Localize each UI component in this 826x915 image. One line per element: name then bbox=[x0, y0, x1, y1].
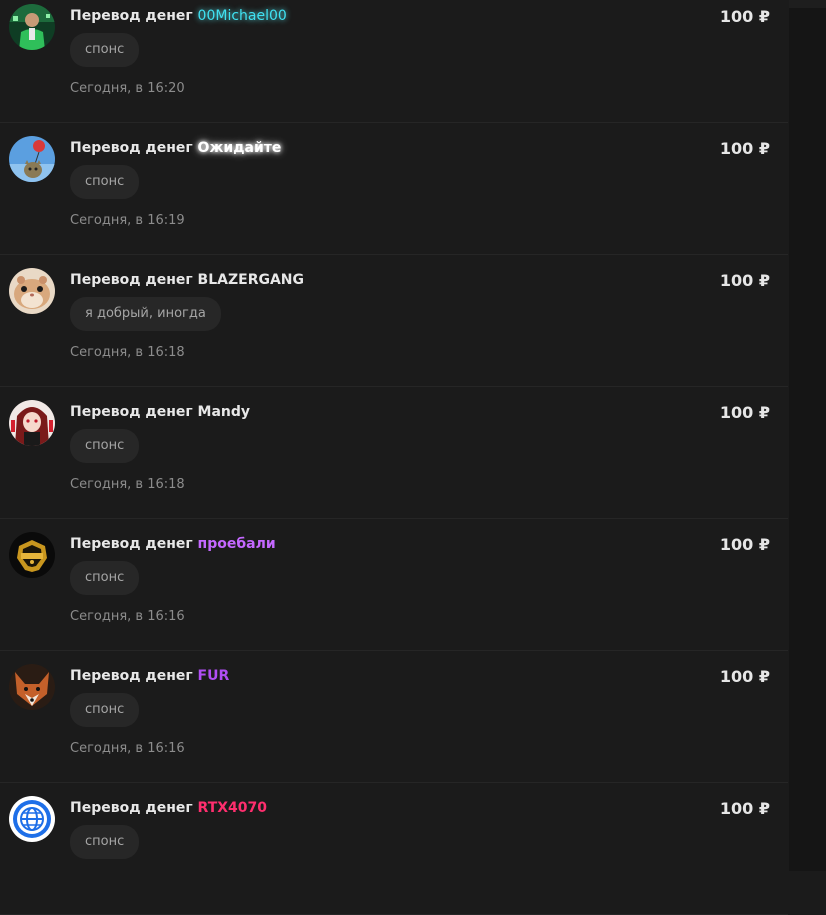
transfer-amount: 100 ₽ bbox=[719, 535, 770, 554]
hamster-avatar-icon[interactable] bbox=[9, 268, 55, 314]
transfer-label: Перевод денег bbox=[70, 800, 193, 816]
transfer-amount: 100 ₽ bbox=[719, 667, 770, 686]
transfer-row[interactable]: Перевод денег FUR 100 ₽ спонс Сегодня, в… bbox=[0, 651, 788, 783]
transfer-message: спонс bbox=[70, 693, 140, 727]
sender-name[interactable]: BLAZERGANG bbox=[198, 272, 304, 288]
transfer-title: Перевод денег FUR bbox=[70, 667, 229, 685]
transfer-row[interactable]: Перевод денег RTX4070 100 ₽ спонс bbox=[0, 783, 788, 915]
transfer-title: Перевод денег Mandy bbox=[70, 403, 250, 421]
right-panel-cap bbox=[789, 0, 826, 8]
transfer-message: я добрый, иногда bbox=[70, 297, 221, 331]
transfer-title: Перевод денег RTX4070 bbox=[70, 799, 267, 817]
sender-name[interactable]: FUR bbox=[198, 668, 230, 684]
transfer-time: Сегодня, в 16:18 bbox=[70, 477, 185, 492]
transfer-label: Перевод денег bbox=[70, 668, 193, 684]
transfer-time: Сегодня, в 16:16 bbox=[70, 741, 185, 756]
transfer-time: Сегодня, в 16:19 bbox=[70, 213, 185, 228]
sender-name[interactable]: проебали bbox=[198, 536, 276, 552]
transfer-label: Перевод денег bbox=[70, 8, 193, 24]
transfer-time: Сегодня, в 16:18 bbox=[70, 345, 185, 360]
globe-avatar-icon[interactable] bbox=[9, 796, 55, 842]
transfer-title: Перевод денег BLAZERGANG bbox=[70, 271, 304, 289]
transfer-amount: 100 ₽ bbox=[719, 403, 770, 422]
transfer-message: спонс bbox=[70, 33, 140, 67]
transfer-message: спонс bbox=[70, 429, 140, 463]
transfer-title: Перевод денег 00Michael00 bbox=[70, 7, 287, 25]
transfer-title: Перевод денег Ожидайте bbox=[70, 139, 281, 157]
transfer-message: спонс bbox=[70, 165, 140, 199]
transfer-row[interactable]: Перевод денег Mandy 100 ₽ спонс Сегодня,… bbox=[0, 387, 788, 519]
fox-avatar-icon[interactable] bbox=[9, 664, 55, 710]
transfer-row[interactable]: Перевод денег Ожидайте 100 ₽ спонс Сегод… bbox=[0, 123, 788, 255]
right-panel-edge bbox=[789, 0, 826, 871]
sender-name[interactable]: RTX4070 bbox=[198, 800, 267, 816]
transfer-amount: 100 ₽ bbox=[719, 271, 770, 290]
transfer-amount: 100 ₽ bbox=[719, 139, 770, 158]
transfer-row[interactable]: Перевод денег проебали 100 ₽ спонс Сегод… bbox=[0, 519, 788, 651]
transfer-time: Сегодня, в 16:20 bbox=[70, 81, 185, 96]
donation-feed: Перевод денег 00Michael00 100 ₽ спонс Се… bbox=[0, 0, 788, 915]
transfer-row[interactable]: Перевод денег BLAZERGANG 100 ₽ я добрый,… bbox=[0, 255, 788, 387]
transfer-message: спонс bbox=[70, 561, 140, 595]
sender-name[interactable]: Ожидайте bbox=[198, 140, 282, 156]
transfer-message: спонс bbox=[70, 825, 140, 859]
anime-girl-avatar-icon[interactable] bbox=[9, 400, 55, 446]
transfer-amount: 100 ₽ bbox=[719, 7, 770, 26]
cat-balloon-avatar-icon[interactable] bbox=[9, 136, 55, 182]
transfer-amount: 100 ₽ bbox=[719, 799, 770, 818]
transfer-time: Сегодня, в 16:16 bbox=[70, 609, 185, 624]
sender-name[interactable]: Mandy bbox=[198, 404, 251, 420]
sender-name[interactable]: 00Michael00 bbox=[198, 8, 287, 24]
gold-emblem-avatar-icon[interactable] bbox=[9, 532, 55, 578]
transfer-label: Перевод денег bbox=[70, 404, 193, 420]
transfer-label: Перевод денег bbox=[70, 140, 193, 156]
transfer-label: Перевод денег bbox=[70, 536, 193, 552]
transfer-label: Перевод денег bbox=[70, 272, 193, 288]
transfer-row[interactable]: Перевод денег 00Michael00 100 ₽ спонс Се… bbox=[0, 0, 788, 123]
green-suit-avatar-icon[interactable] bbox=[9, 4, 55, 50]
transfer-title: Перевод денег проебали bbox=[70, 535, 276, 553]
